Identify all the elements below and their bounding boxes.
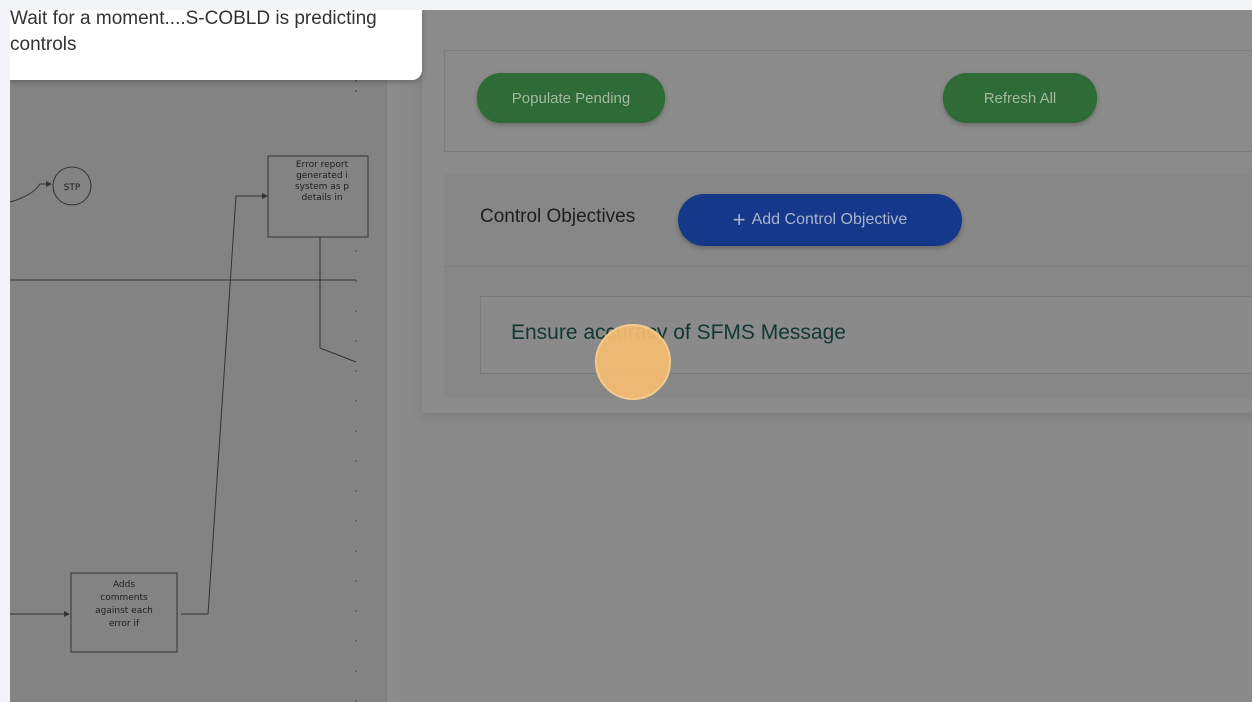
- svg-text:Adds: Adds: [113, 580, 135, 590]
- app-window: STP Error report generated i system as p…: [10, 10, 1252, 702]
- section-title: Control Objectives: [480, 206, 636, 227]
- svg-text:details in: details in: [301, 193, 342, 203]
- controls-panel: Populate Pending Refresh All Control Obj…: [422, 10, 1252, 413]
- control-objective-label: Ensure accuracy of SFMS Message: [511, 321, 846, 344]
- process-diagram[interactable]: STP Error report generated i system as p…: [10, 10, 386, 702]
- stp-label: STP: [64, 183, 81, 193]
- svg-text:against each: against each: [95, 606, 153, 616]
- prediction-toast: Wait for a moment....S-COBLD is predicti…: [10, 10, 422, 80]
- refresh-all-button[interactable]: Refresh All: [943, 73, 1097, 123]
- svg-text:error if: error if: [109, 619, 140, 629]
- populate-pending-button[interactable]: Populate Pending: [477, 73, 665, 123]
- add-control-objective-label: Add Control Objective: [751, 211, 908, 228]
- process-diagram-canvas: STP Error report generated i system as p…: [10, 10, 369, 702]
- action-bar: Populate Pending Refresh All: [444, 50, 1252, 152]
- populate-pending-label: Populate Pending: [511, 89, 631, 107]
- plus-icon: +: [732, 207, 746, 232]
- svg-text:Error report: Error report: [296, 160, 349, 170]
- toast-message: Wait for a moment....S-COBLD is predicti…: [10, 10, 377, 55]
- svg-text:system as p: system as p: [295, 182, 349, 192]
- control-objectives-header: Control Objectives + Add Control Objecti…: [444, 174, 1252, 267]
- svg-text:generated i: generated i: [296, 171, 348, 181]
- add-control-objective-button[interactable]: + Add Control Objective: [678, 194, 962, 246]
- pane-splitter[interactable]: [386, 10, 401, 702]
- click-indicator: [595, 324, 671, 400]
- svg-text:comments: comments: [100, 593, 148, 603]
- refresh-all-label: Refresh All: [983, 89, 1057, 107]
- control-objectives-section: Control Objectives + Add Control Objecti…: [444, 174, 1252, 398]
